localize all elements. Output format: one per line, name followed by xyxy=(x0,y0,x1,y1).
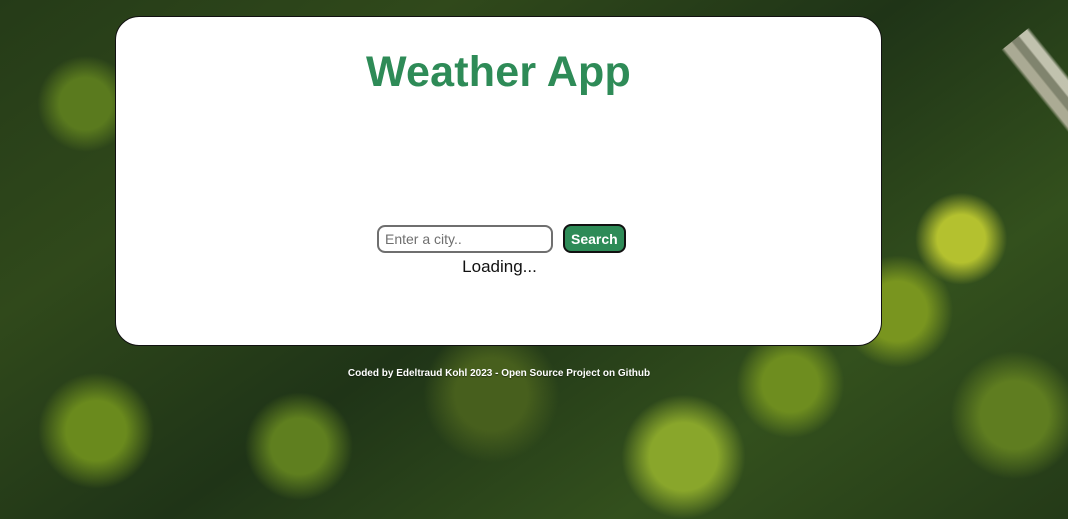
footer-credit: Coded by Edeltraud Kohl 2023 - Open Sour… xyxy=(347,368,651,379)
weather-card: Weather App Search Loading... xyxy=(115,16,882,346)
loading-status: Loading... xyxy=(462,257,537,276)
search-button[interactable]: Search xyxy=(563,224,626,253)
city-search-input[interactable] xyxy=(377,224,553,253)
app-title: Weather App xyxy=(365,48,631,96)
search-form: Search xyxy=(377,224,626,253)
background-trail xyxy=(948,0,1068,261)
